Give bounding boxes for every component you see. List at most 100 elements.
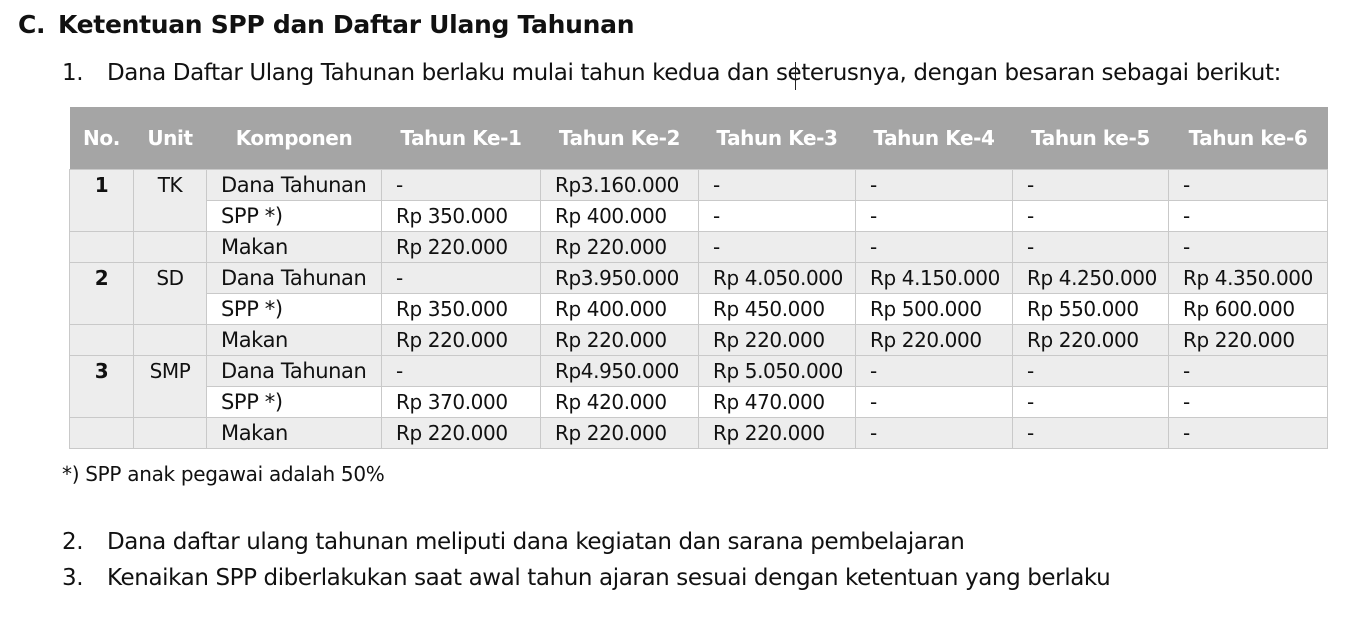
- fee-value-cell: -: [381, 169, 541, 201]
- fee-value-cell: Rp 5.050.000: [698, 355, 856, 387]
- table-row: Makan Rp 220.000 Rp 220.000 Rp 220.000 Rp 22…: [69, 324, 1328, 356]
- row-komponen: Dana Tahunan: [206, 169, 382, 201]
- table-header-cell: No.: [69, 107, 134, 170]
- fee-value-cell: -: [855, 355, 1013, 387]
- table-header-cell: Tahun Ke-1: [381, 107, 541, 170]
- row-number: [69, 386, 134, 418]
- fee-value-cell: -: [1168, 200, 1328, 232]
- table-header-cell: Tahun Ke-4: [855, 107, 1013, 170]
- row-number: [69, 200, 134, 232]
- fee-value-cell: Rp 420.000: [540, 386, 699, 418]
- fee-value-cell: Rp3.950.000: [540, 262, 699, 294]
- fee-value-cell: Rp 220.000: [855, 324, 1013, 356]
- list-item-1: 1. Dana Daftar Ulang Tahunan berlaku mula…: [62, 60, 1281, 90]
- fee-value-cell: Rp 220.000: [381, 231, 541, 263]
- fee-value-cell: -: [698, 169, 856, 201]
- fee-value-cell: Rp 400.000: [540, 293, 699, 325]
- fee-value-cell: -: [1168, 355, 1328, 387]
- row-komponen: Makan: [206, 324, 382, 356]
- footnote: *) SPP anak pegawai adalah 50%: [62, 462, 385, 486]
- row-unit: TK: [133, 169, 207, 201]
- fee-value-cell: Rp 370.000: [381, 386, 541, 418]
- table-row: 2 SD Dana Tahunan - Rp3.950.000 Rp 4.050.000 R…: [69, 262, 1328, 294]
- fee-value-cell: Rp 4.250.000: [1012, 262, 1169, 294]
- fee-value-cell: -: [855, 169, 1013, 201]
- row-komponen: Makan: [206, 417, 382, 449]
- row-number: 2: [69, 262, 134, 294]
- fee-value-cell: Rp 350.000: [381, 293, 541, 325]
- table-header-cell: Komponen: [206, 107, 382, 170]
- fee-value-cell: -: [1012, 231, 1169, 263]
- fee-value-cell: -: [698, 231, 856, 263]
- fee-value-cell: Rp 220.000: [698, 417, 856, 449]
- fee-value-cell: -: [1012, 200, 1169, 232]
- fee-value-cell: -: [1168, 231, 1328, 263]
- text-cursor: [795, 62, 796, 90]
- fee-value-cell: Rp 4.150.000: [855, 262, 1013, 294]
- row-unit: [133, 417, 207, 449]
- table-row: SPP *) Rp 350.000 Rp 400.000- - - -: [69, 200, 1328, 232]
- fee-value-cell: Rp 220.000: [540, 231, 699, 263]
- section-title: Ketentuan SPP dan Daftar Ulang Tahunan: [58, 10, 635, 39]
- fee-value-cell: Rp 400.000: [540, 200, 699, 232]
- fee-value-cell: -: [855, 386, 1013, 418]
- fee-value-cell: Rp3.160.000: [540, 169, 699, 201]
- fee-value-cell: -: [1012, 386, 1169, 418]
- table-header-cell: Tahun Ke-3: [698, 107, 856, 170]
- row-number: [69, 293, 134, 325]
- section-heading: C. Ketentuan SPP dan Daftar Ulang Tahunan: [18, 10, 634, 39]
- row-number: 1: [69, 169, 134, 201]
- row-number: [69, 417, 134, 449]
- fee-value-cell: -: [855, 231, 1013, 263]
- list-item-text: Dana Daftar Ulang Tahunan berlaku mulai …: [107, 60, 1281, 86]
- fee-value-cell: Rp 220.000: [540, 417, 699, 449]
- table-header-cell: Tahun Ke-2: [540, 107, 699, 170]
- fee-value-cell: Rp 470.000: [698, 386, 856, 418]
- row-number: [69, 231, 134, 263]
- row-number: 3: [69, 355, 134, 387]
- fee-value-cell: -: [1168, 386, 1328, 418]
- fee-value-cell: -: [1012, 417, 1169, 449]
- fee-value-cell: Rp 220.000: [1168, 324, 1328, 356]
- list-item-text: Kenaikan SPP diberlakukan saat awal tahu…: [107, 565, 1111, 591]
- row-komponen: Makan: [206, 231, 382, 263]
- fee-value-cell: Rp 220.000: [540, 324, 699, 356]
- fee-value-cell: -: [381, 262, 541, 294]
- list-item-number: 3.: [62, 565, 84, 591]
- fee-value-cell: Rp 550.000: [1012, 293, 1169, 325]
- row-komponen: SPP *): [206, 293, 382, 325]
- list-item-number: 1.: [62, 60, 84, 86]
- fee-value-cell: -: [698, 200, 856, 232]
- row-komponen: Dana Tahunan: [206, 355, 382, 387]
- fee-value-cell: Rp 4.050.000: [698, 262, 856, 294]
- table-body: 1 TK Dana Tahunan - Rp3.160.000- - - - SPP *) Rp …: [69, 169, 1328, 449]
- fee-value-cell: Rp 350.000: [381, 200, 541, 232]
- row-unit: [133, 386, 207, 418]
- table-row: SPP *) Rp 350.000 Rp 400.000 Rp 450.000 Rp 5…: [69, 293, 1328, 325]
- row-komponen: SPP *): [206, 200, 382, 232]
- row-unit: [133, 200, 207, 232]
- fee-value-cell: Rp4.950.000: [540, 355, 699, 387]
- table-row: Makan Rp 220.000 Rp 220.000- - - -: [69, 231, 1328, 263]
- table-row: 3 SMP Dana Tahunan - Rp4.950.000 Rp 5.050.000…: [69, 355, 1328, 387]
- row-unit: SMP: [133, 355, 207, 387]
- row-number: [69, 324, 134, 356]
- fee-value-cell: -: [1012, 355, 1169, 387]
- table-header-cell: Tahun ke-5: [1012, 107, 1169, 170]
- fee-value-cell: Rp 220.000: [381, 417, 541, 449]
- list-item-3: 3. Kenaikan SPP diberlakukan saat awal ta…: [62, 565, 1111, 591]
- table-row: Makan Rp 220.000 Rp 220.000 Rp 220.000- - -: [69, 417, 1328, 449]
- fee-value-cell: Rp 500.000: [855, 293, 1013, 325]
- table-header-row: No. Unit Komponen Tahun Ke-1 Tahun Ke-2 Tahun…: [69, 107, 1328, 170]
- table-row: SPP *) Rp 370.000 Rp 420.000 Rp 470.000- - -: [69, 386, 1328, 418]
- fee-value-cell: -: [855, 200, 1013, 232]
- row-komponen: Dana Tahunan: [206, 262, 382, 294]
- fee-value-cell: -: [1168, 169, 1328, 201]
- fee-value-cell: Rp 220.000: [381, 324, 541, 356]
- fee-value-cell: Rp 450.000: [698, 293, 856, 325]
- fee-value-cell: Rp 220.000: [698, 324, 856, 356]
- fee-value-cell: -: [381, 355, 541, 387]
- table-header-cell: Tahun ke-6: [1168, 107, 1328, 170]
- list-item-text: Dana daftar ulang tahunan meliputi dana …: [107, 529, 965, 555]
- table-row: 1 TK Dana Tahunan - Rp3.160.000- - - -: [69, 169, 1328, 201]
